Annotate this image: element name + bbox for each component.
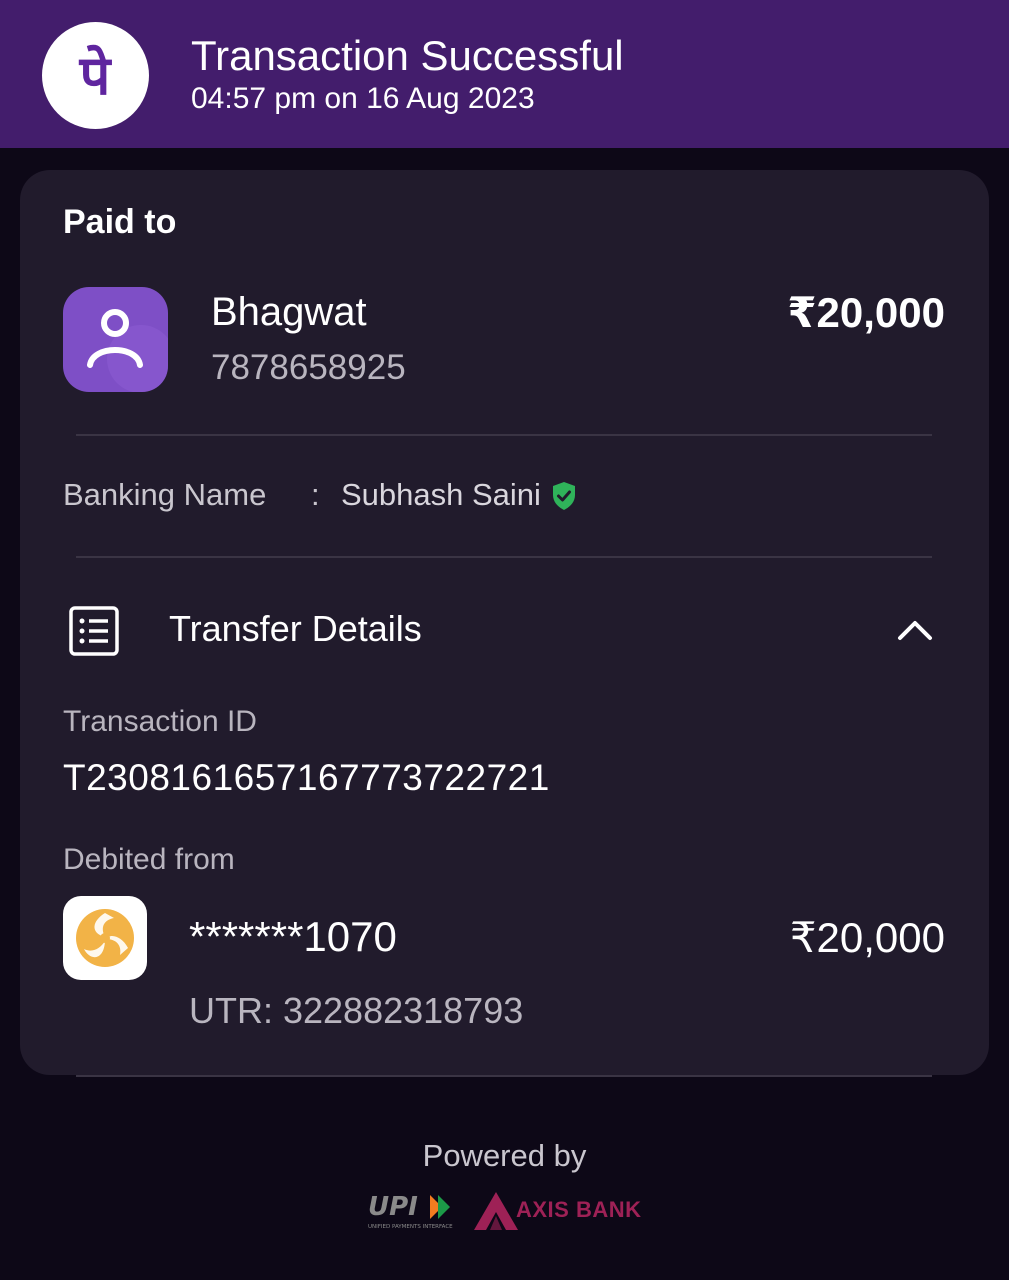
page-title: Transaction Successful	[191, 32, 624, 79]
divider	[76, 556, 932, 558]
debited-amount: ₹20,000	[789, 914, 945, 961]
transfer-details-title: Transfer Details	[169, 608, 422, 649]
payee-phone: 7878658925	[211, 348, 406, 387]
transaction-timestamp: 04:57 pm on 16 Aug 2023	[191, 82, 535, 115]
upi-logo: UPI UNIFIED PAYMENTS INTERFACE	[366, 1191, 464, 1231]
receipt-list-icon	[68, 605, 120, 657]
payee-name: Bhagwat	[211, 290, 367, 334]
divider	[76, 1075, 932, 1077]
divider	[76, 434, 932, 436]
upi-logo-text: UPI	[368, 1192, 418, 1222]
axis-bank-logo	[472, 1190, 520, 1232]
banking-name-label: Banking Name	[63, 477, 267, 512]
person-icon	[63, 287, 168, 392]
utr-number: UTR: 322882318793	[189, 990, 524, 1031]
axis-bank-name: AXIS BANK	[516, 1197, 642, 1222]
transaction-id-label: Transaction ID	[63, 705, 257, 738]
verified-shield-icon	[551, 481, 577, 511]
debited-from-label: Debited from	[63, 843, 235, 876]
transaction-id-value: T2308161657167773722721	[63, 757, 550, 798]
paid-to-label: Paid to	[63, 203, 177, 241]
upi-logo-subtext: UNIFIED PAYMENTS INTERFACE	[368, 1224, 453, 1230]
banking-name-separator: :	[311, 477, 320, 512]
banking-name-value: Subhash Saini	[341, 477, 541, 512]
chevron-up-icon[interactable]	[895, 614, 935, 644]
phonepe-logo-glyph: पे	[79, 44, 113, 107]
powered-by-label: Powered by	[422, 1138, 587, 1173]
paid-amount: ₹20,000	[787, 289, 945, 336]
debited-account-number: *******1070	[189, 913, 397, 960]
app-header: पे Transaction Successful 04:57 pm on 16…	[0, 0, 1009, 148]
phonepe-logo: पे	[42, 22, 149, 129]
icici-bank-logo	[63, 896, 147, 980]
